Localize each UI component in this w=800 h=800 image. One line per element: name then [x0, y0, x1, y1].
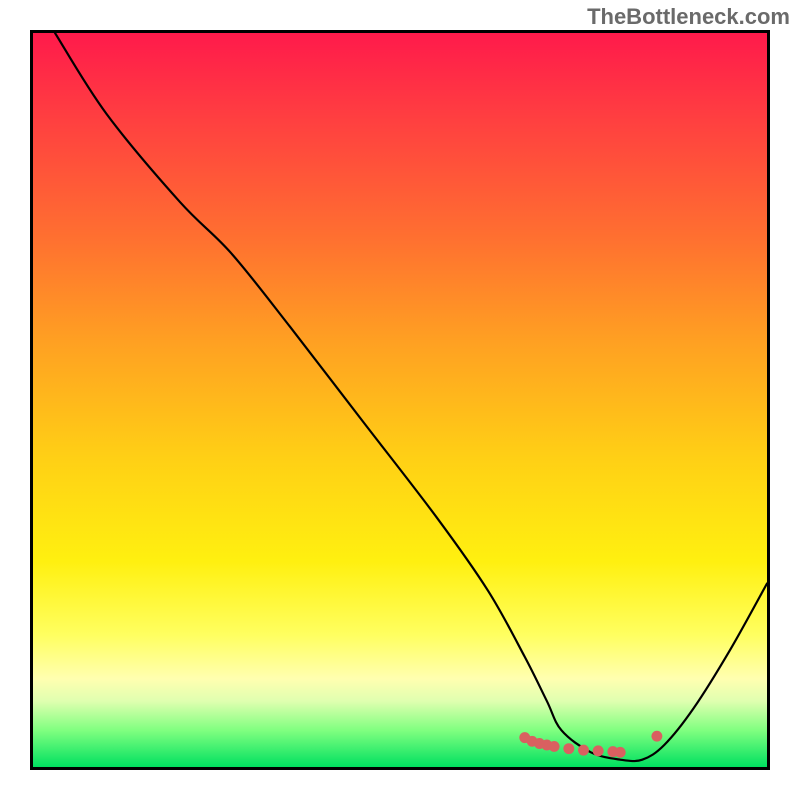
- highlight-dot: [615, 747, 626, 758]
- highlight-dot: [563, 743, 574, 754]
- highlight-dot: [549, 741, 560, 752]
- highlight-dots-group: [519, 731, 662, 758]
- highlight-dot: [578, 745, 589, 756]
- curve-layer: [33, 33, 767, 767]
- highlight-dot: [593, 745, 604, 756]
- chart-container: TheBottleneck.com: [0, 0, 800, 800]
- bottleneck-curve-path: [55, 33, 767, 761]
- watermark-text: TheBottleneck.com: [587, 4, 790, 30]
- plot-area: [30, 30, 770, 770]
- highlight-dot: [651, 731, 662, 742]
